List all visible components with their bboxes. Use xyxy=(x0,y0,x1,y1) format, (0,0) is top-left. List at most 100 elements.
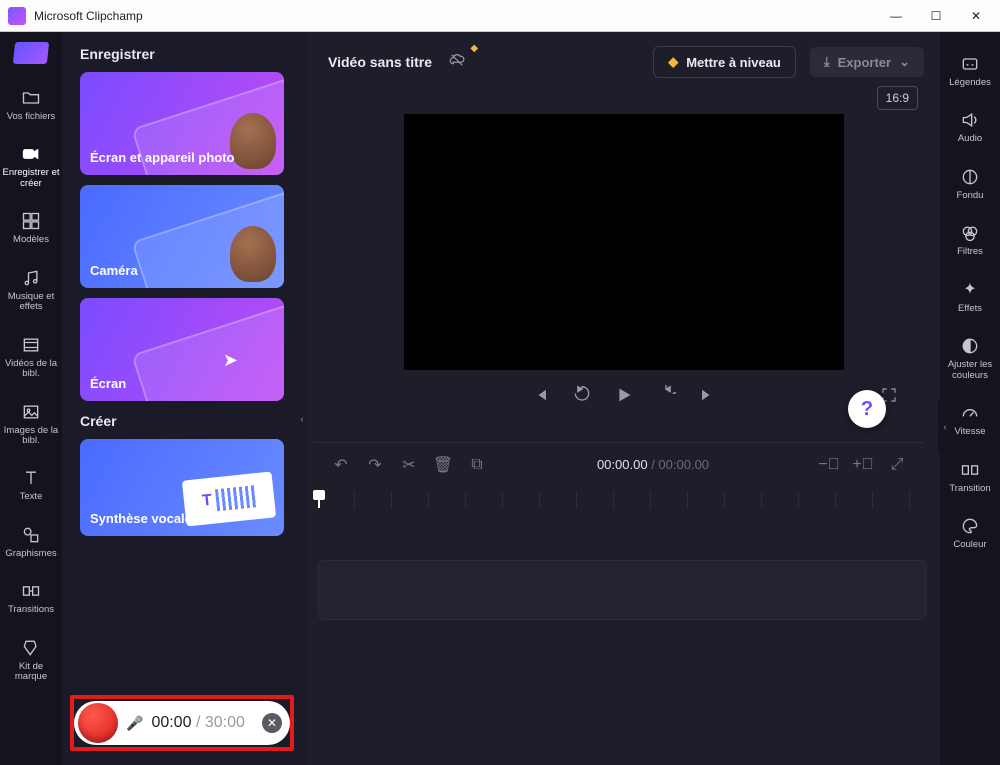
prop-transition[interactable]: Transition xyxy=(942,454,998,500)
cloud-sync-icon[interactable]: ◆ xyxy=(446,51,468,74)
skip-start-button[interactable] xyxy=(529,384,551,406)
gem-icon: ◆ xyxy=(668,54,678,70)
palette-icon xyxy=(960,516,980,536)
editor-topbar: Vidéo sans titre ◆ ◆ Mettre à niveau ⤓ E… xyxy=(308,32,940,92)
prop-label: Légendes xyxy=(949,78,991,88)
card-camera[interactable]: Caméra xyxy=(80,185,284,288)
forward-button[interactable] xyxy=(655,384,677,406)
export-label: Exporter xyxy=(838,55,891,70)
prop-effects[interactable]: ✦ Effets xyxy=(942,274,998,320)
prop-label: Audio xyxy=(958,134,982,144)
collapse-panel-button[interactable]: ‹ xyxy=(295,392,309,446)
prop-adjust-colors[interactable]: Ajuster les couleurs xyxy=(942,330,998,387)
timecode: 00:00.00 / 00:00.00 xyxy=(502,457,804,472)
nav-your-files[interactable]: Vos fichiers xyxy=(2,82,60,128)
card-label: Écran et appareil photo xyxy=(80,140,244,175)
close-button[interactable]: ✕ xyxy=(956,2,996,30)
nav-label: Enregistrer et créer xyxy=(2,168,60,189)
split-button[interactable]: ✂ xyxy=(400,456,418,474)
question-icon: ? xyxy=(861,398,873,421)
prop-audio[interactable]: Audio xyxy=(942,104,998,150)
nav-label: Musique et effets xyxy=(2,292,60,313)
shapes-icon xyxy=(21,525,41,545)
nav-label: Transitions xyxy=(8,605,54,615)
speedometer-icon xyxy=(960,403,980,423)
speaker-icon xyxy=(960,110,980,130)
microphone-icon[interactable]: 🎤 xyxy=(126,715,143,732)
video-camera-icon xyxy=(21,144,41,164)
card-text-to-speech[interactable]: T Synthèse vocale xyxy=(80,439,284,536)
playback-controls: ? xyxy=(324,384,924,424)
filters-icon xyxy=(960,223,980,243)
nav-stock-image[interactable]: Images de la bibl. xyxy=(2,396,60,453)
text-icon xyxy=(21,468,41,488)
timeline-ruler[interactable] xyxy=(318,492,926,508)
film-icon xyxy=(21,335,41,355)
play-button[interactable] xyxy=(613,384,635,406)
fade-icon xyxy=(960,167,980,187)
card-screen-and-camera[interactable]: Écran et appareil photo xyxy=(80,72,284,175)
timeline[interactable] xyxy=(318,492,926,765)
help-button[interactable]: ? xyxy=(848,390,886,428)
main-area: Vidéo sans titre ◆ ◆ Mettre à niveau ⤓ E… xyxy=(308,32,940,765)
record-heading: Enregistrer xyxy=(80,46,298,62)
left-nav: Vos fichiers Enregistrer et créer Modèle… xyxy=(0,32,62,765)
prop-color[interactable]: Couleur xyxy=(942,510,998,556)
nav-templates[interactable]: Modèles xyxy=(2,205,60,251)
music-icon xyxy=(21,268,41,288)
duplicate-button[interactable]: ⧉ xyxy=(468,456,486,474)
card-label: Caméra xyxy=(80,253,148,288)
record-create-panel: Enregistrer Écran et appareil photo Camé… xyxy=(62,32,308,765)
transition-icon xyxy=(960,460,980,480)
nav-transitions[interactable]: Transitions xyxy=(2,575,60,621)
upgrade-button[interactable]: ◆ Mettre à niveau xyxy=(653,46,796,78)
time-current: 00:00.00 xyxy=(597,457,648,472)
nav-stock-video[interactable]: Vidéos de la bibl. xyxy=(2,329,60,386)
prop-label: Ajuster les couleurs xyxy=(942,360,998,381)
skip-end-button[interactable] xyxy=(697,384,719,406)
nav-graphics[interactable]: Graphismes xyxy=(2,519,60,565)
record-button[interactable] xyxy=(78,703,118,743)
zoom-out-button[interactable]: −⃝ xyxy=(820,456,838,474)
prop-captions[interactable]: Légendes xyxy=(942,48,998,94)
prop-label: Fondu xyxy=(957,191,984,201)
nav-music[interactable]: Musique et effets xyxy=(2,262,60,319)
playhead[interactable] xyxy=(318,492,320,508)
nav-label: Images de la bibl. xyxy=(2,426,60,447)
nav-label: Kit de marque xyxy=(2,662,60,683)
folder-icon xyxy=(21,88,41,108)
nav-text[interactable]: Texte xyxy=(2,462,60,508)
zoom-in-button[interactable]: +⃝ xyxy=(854,456,872,474)
timeline-track-empty[interactable] xyxy=(318,560,926,620)
undo-button[interactable]: ↶ xyxy=(332,456,350,474)
prop-fade[interactable]: Fondu xyxy=(942,161,998,207)
recorder-close-button[interactable]: ✕ xyxy=(262,713,282,733)
redo-button[interactable]: ↷ xyxy=(366,456,384,474)
window-titlebar: Microsoft Clipchamp — ☐ ✕ xyxy=(0,0,1000,32)
templates-icon xyxy=(21,211,41,231)
right-properties-rail: ‹ Légendes Audio Fondu Filtres ✦ Effets … xyxy=(940,32,1000,765)
card-screen[interactable]: ➤ Écran xyxy=(80,298,284,401)
upload-icon: ⤓ xyxy=(824,54,830,70)
video-title[interactable]: Vidéo sans titre xyxy=(328,54,432,70)
expand-properties-button[interactable]: ‹ xyxy=(938,400,952,454)
recorder-elapsed: 00:00 xyxy=(151,714,191,731)
nav-label: Graphismes xyxy=(5,549,56,559)
brand-icon xyxy=(21,638,41,658)
aspect-ratio-button[interactable]: 16:9 xyxy=(877,86,918,110)
nav-record-create[interactable]: Enregistrer et créer xyxy=(2,138,60,195)
prop-label: Filtres xyxy=(957,247,983,257)
video-preview[interactable] xyxy=(404,114,844,370)
transition-icon xyxy=(21,581,41,601)
nav-brand-kit[interactable]: Kit de marque xyxy=(2,632,60,689)
prop-filters[interactable]: Filtres xyxy=(942,217,998,263)
minimize-button[interactable]: — xyxy=(876,2,916,30)
prop-label: Vitesse xyxy=(955,427,986,437)
chevron-down-icon: ⌄ xyxy=(899,54,910,70)
upgrade-label: Mettre à niveau xyxy=(686,55,781,70)
zoom-fit-button[interactable]: ⤢ xyxy=(888,456,906,474)
maximize-button[interactable]: ☐ xyxy=(916,2,956,30)
rewind-button[interactable] xyxy=(571,384,593,406)
delete-button[interactable]: 🗑 xyxy=(434,456,452,474)
export-button[interactable]: ⤓ Exporter ⌄ xyxy=(810,47,924,77)
